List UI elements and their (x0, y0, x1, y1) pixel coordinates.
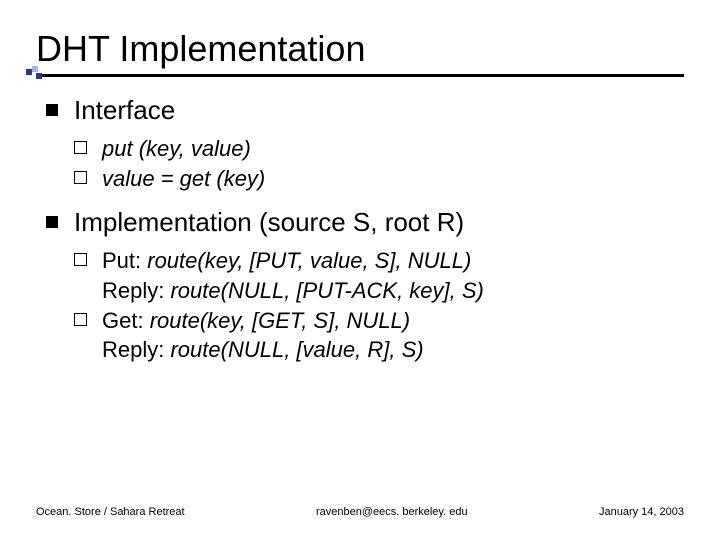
list-item: value = get (key) (74, 164, 684, 194)
section-interface: Interface put (key, value) value = get (… (46, 95, 684, 193)
list-item: put (key, value) (74, 134, 684, 164)
reply-line: Reply: route(NULL, [value, R], S) (74, 335, 684, 365)
footer-right: January 14, 2003 (599, 506, 684, 518)
item-text: (key, value) (133, 136, 251, 161)
item-text: = get (key) (155, 166, 266, 191)
sub-list: put (key, value) value = get (key) (74, 134, 684, 193)
title-rule (36, 74, 684, 77)
bullet-list: Interface put (key, value) value = get (… (46, 95, 684, 365)
footer-left: Ocean. Store / Sahara Retreat (36, 506, 185, 518)
footer-center: ravenben@eecs. berkeley. edu (316, 506, 468, 518)
reply-label: Reply: (102, 278, 170, 303)
list-item: Put: route(key, [PUT, value, S], NULL) (74, 246, 684, 276)
item-code: route(key, [PUT, value, S], NULL) (147, 248, 471, 273)
reply-code: route(NULL, [value, R], S) (170, 337, 423, 362)
item-label: Get: (102, 308, 150, 333)
section-implementation: Implementation (source S, root R) Put: r… (46, 207, 684, 365)
sub-list: Put: route(key, [PUT, value, S], NULL) R… (74, 246, 684, 365)
item-text-italic: put (102, 136, 133, 161)
accent-icon (24, 67, 42, 85)
section-heading: Implementation (source S, root R) (74, 207, 464, 237)
content-area: Interface put (key, value) value = get (… (36, 95, 684, 365)
slide-title: DHT Implementation (36, 28, 684, 70)
item-code: route(key, [GET, S], NULL) (150, 308, 410, 333)
footer: Ocean. Store / Sahara Retreat ravenben@e… (36, 506, 684, 518)
reply-line: Reply: route(NULL, [PUT-ACK, key], S) (74, 276, 684, 306)
section-heading: Interface (74, 95, 175, 125)
list-item: Get: route(key, [GET, S], NULL) (74, 306, 684, 336)
item-label: Put: (102, 248, 147, 273)
slide: DHT Implementation Interface put (key, v… (0, 0, 720, 540)
item-text-italic: value (102, 166, 155, 191)
reply-code: route(NULL, [PUT-ACK, key], S) (170, 278, 483, 303)
reply-label: Reply: (102, 337, 170, 362)
